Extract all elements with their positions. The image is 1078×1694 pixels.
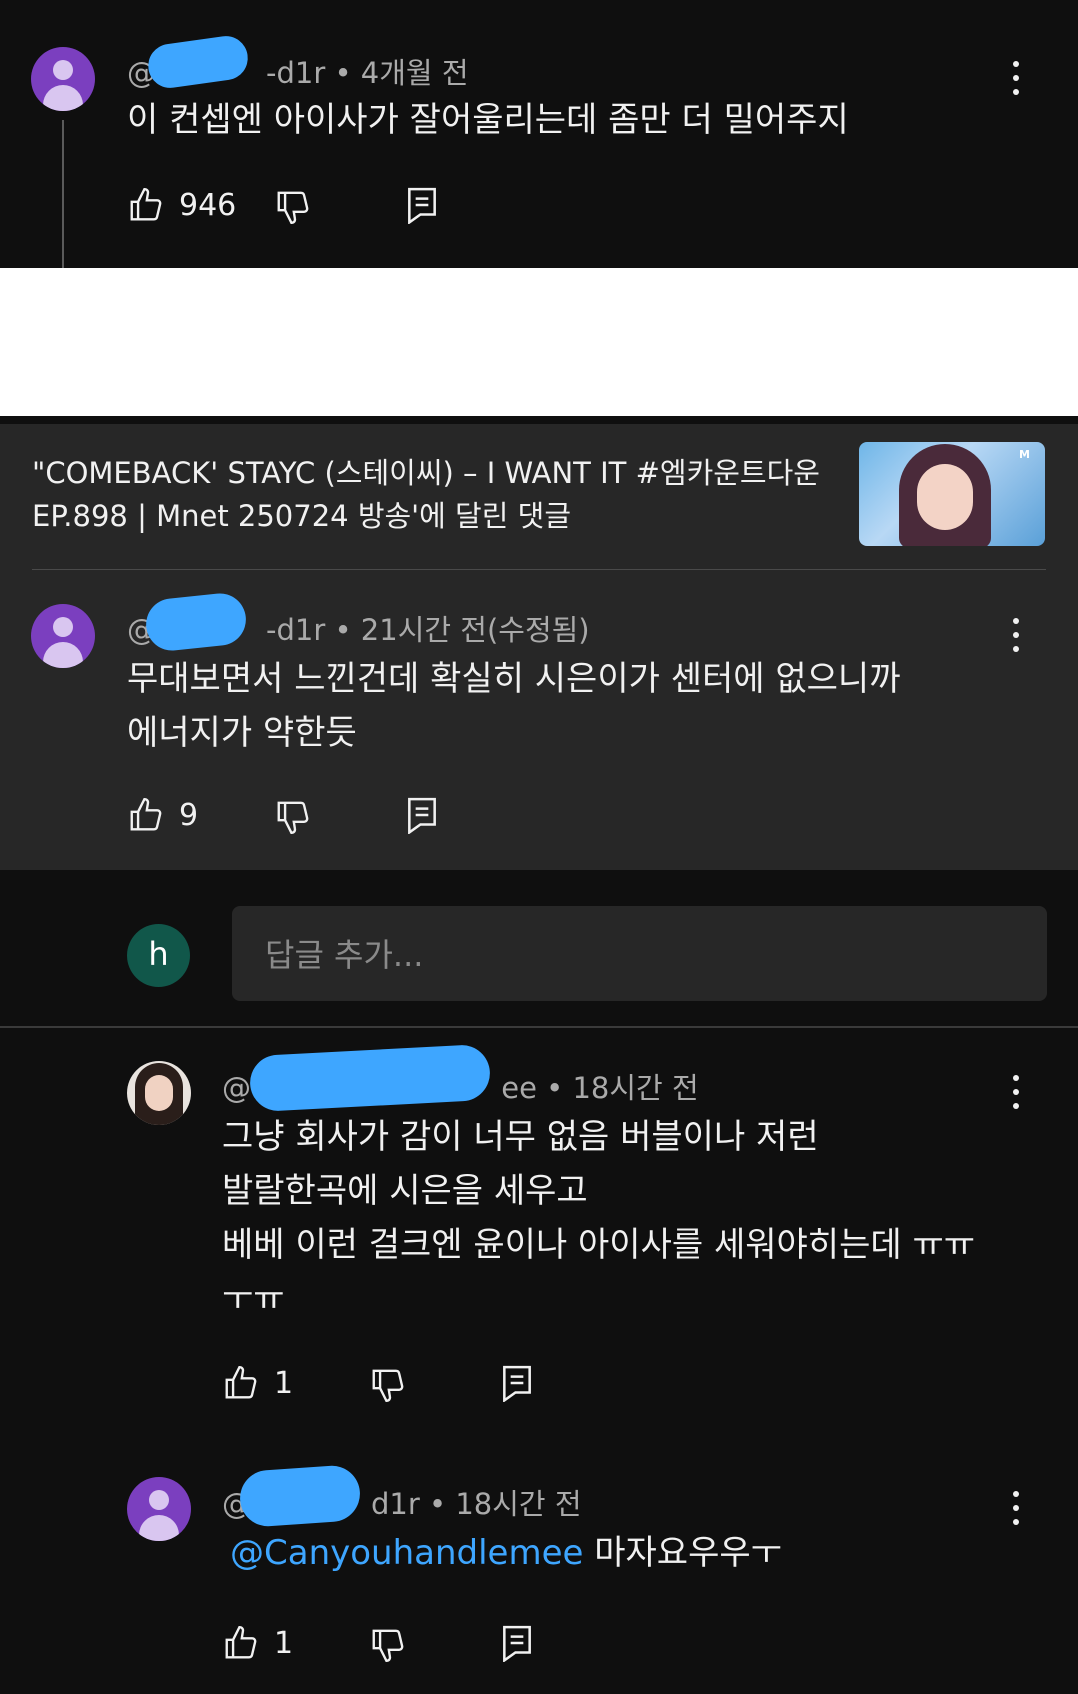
dislike-icon[interactable] [369, 1626, 407, 1664]
comment-text-body: 마자요우우ㅜ [583, 1533, 782, 1573]
comment-text-line: 발랄한곡에 시은을 세우고 [222, 1171, 588, 1211]
comment-time: • 21시간 전(수정됨) [325, 613, 590, 647]
video-title-line: "COMEBACK' STAYC (스테이씨) – I WANT IT #엠카운… [32, 456, 820, 490]
dislike-icon[interactable] [274, 188, 312, 226]
more-icon[interactable] [1011, 61, 1021, 95]
more-icon[interactable] [1011, 618, 1021, 652]
avatar-letter: h [148, 935, 169, 973]
redaction-mark [238, 1463, 362, 1529]
top-comment-section: @ -d1r • 4개월 전 이 컨셉엔 아이사가 잘어울리는데 좀만 더 밀어주… [0, 0, 1078, 268]
like-count: 9 [179, 798, 199, 833]
like-count: 946 [179, 188, 237, 223]
video-header[interactable]: "COMEBACK' STAYC (스테이씨) – I WANT IT #엠카운… [0, 424, 1078, 870]
avatar[interactable] [127, 1477, 191, 1541]
comment-time: • 18시간 전 [536, 1071, 699, 1105]
comment-text-line: ㅜㅠ [222, 1279, 285, 1319]
thumbnail-badge: M [1019, 448, 1030, 461]
comment-handle-suffix[interactable]: -d1r [266, 56, 325, 90]
like-icon[interactable] [127, 796, 165, 834]
video-thumbnail[interactable]: M [859, 442, 1045, 546]
reply-icon[interactable] [500, 1364, 534, 1402]
reply-input-placeholder: 답글 추가... [265, 936, 424, 974]
comment-text-line: 에너지가 약한듯 [127, 713, 357, 753]
mention-link[interactable]: @Canyouhandlemee [230, 1533, 583, 1573]
black-separator [0, 416, 1078, 424]
comment-text-line: 그냥 회사가 감이 너무 없음 버블이나 저런 [222, 1117, 819, 1157]
like-icon[interactable] [127, 186, 165, 224]
comment-time: • 4개월 전 [325, 56, 469, 90]
comment-actions: 1 [222, 1362, 562, 1406]
avatar: h [127, 924, 190, 987]
white-separator [0, 268, 1078, 416]
divider [32, 569, 1046, 570]
like-count: 1 [274, 1626, 294, 1661]
comment-actions: 9 [127, 794, 467, 838]
comment-time: • 18시간 전 [419, 1487, 582, 1521]
reply-comment: @ d1r • 18시간 전 @Canyouhandlemee 마자요우우ㅜ 1 [0, 1428, 1078, 1694]
comment-text: 이 컨셉엔 아이사가 잘어울리는데 좀만 더 밀어주지 [127, 100, 849, 140]
avatar[interactable] [127, 1061, 191, 1125]
thread-line [62, 120, 64, 268]
comment-actions: 946 [127, 184, 467, 228]
reply-compose: h 답글 추가... [0, 870, 1078, 1028]
comment-text: 무대보면서 느낀건데 확실히 시은이가 센터에 없으니까 에너지가 약한듯 [127, 652, 900, 760]
comment-actions: 1 [222, 1622, 562, 1666]
video-title[interactable]: "COMEBACK' STAYC (스테이씨) – I WANT IT #엠카운… [32, 452, 852, 538]
avatar[interactable] [31, 604, 95, 668]
reply-icon[interactable] [405, 796, 439, 834]
comment-text-line: 베베 이런 걸크엔 윤이나 아이사를 세워야히는데 ㅠㅠ [222, 1225, 976, 1265]
dislike-icon[interactable] [369, 1366, 407, 1404]
reply-icon[interactable] [405, 186, 439, 224]
like-icon[interactable] [222, 1624, 260, 1662]
comment-handle-suffix[interactable]: -d1r [266, 613, 325, 647]
comment-text-line: 무대보면서 느낀건데 확실히 시은이가 센터에 없으니까 [127, 659, 901, 699]
like-icon[interactable] [222, 1364, 260, 1402]
like-count: 1 [274, 1366, 294, 1401]
comment-text: @Canyouhandlemee 마자요우우ㅜ [230, 1526, 782, 1580]
more-icon[interactable] [1011, 1491, 1021, 1525]
comment-handle-suffix[interactable]: d1r [371, 1487, 420, 1521]
avatar[interactable] [31, 47, 95, 111]
comment-text: 그냥 회사가 감이 너무 없음 버블이나 저런 발랄한곡에 시은을 세우고 베베… [222, 1110, 975, 1326]
reply-icon[interactable] [500, 1624, 534, 1662]
more-icon[interactable] [1011, 1075, 1021, 1109]
comment-handle-suffix[interactable]: ee [501, 1071, 537, 1105]
video-title-line: EP.898 | Mnet 250724 방송'에 달린 댓글 [32, 499, 571, 533]
dislike-icon[interactable] [274, 798, 312, 836]
reply-input[interactable]: 답글 추가... [232, 906, 1047, 1001]
reply-comment: @C ee • 18시간 전 그냥 회사가 감이 너무 없음 버블이나 저런 발랄… [0, 1028, 1078, 1428]
